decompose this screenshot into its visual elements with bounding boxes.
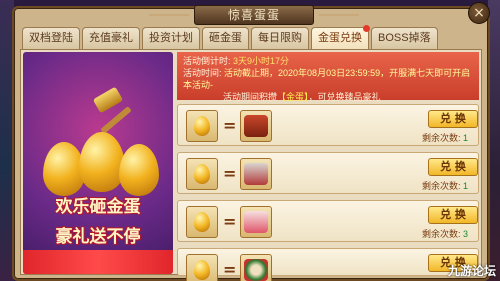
tab-content: 欢乐砸金蛋 豪礼送不停 活动倒计时: 3天9小时17分 活动时间: 活动截止期，… — [20, 49, 482, 281]
golden-egg-icon — [119, 144, 159, 196]
event-info-panel: 活动倒计时: 3天9小时17分 活动时间: 活动截止期，2020年08月03日2… — [177, 52, 479, 102]
equals-icon: = — [223, 116, 237, 135]
tab-boss-drop[interactable]: BOSS掉落 — [371, 27, 438, 49]
reward-item-slot[interactable] — [240, 110, 272, 142]
tab-smash-egg[interactable]: 砸金蛋 — [202, 27, 249, 49]
countdown-label: 活动倒计时: — [183, 56, 231, 66]
equals-icon: = — [223, 164, 237, 183]
tab-bar: 双档登陆 充值豪礼 投资计划 砸金蛋 每日限购 金蛋兑换 BOSS掉落 — [22, 25, 438, 49]
hero-portrait-icon — [244, 163, 268, 185]
remaining-label: 剩余次数: — [422, 181, 461, 191]
desc-pre: 活动期间积攒 — [223, 92, 278, 102]
tab-investment-plan[interactable]: 投资计划 — [142, 27, 200, 49]
watermark: 九游论坛 — [447, 264, 496, 278]
banner-line-2: 豪礼送不停 — [55, 227, 141, 247]
equals-icon: = — [223, 212, 237, 231]
remaining-count: 剩余次数: 1 — [422, 179, 468, 192]
cost-item-slot[interactable] — [186, 158, 218, 190]
countdown-value: 3天9小时17分 — [233, 56, 290, 66]
remaining-label: 剩余次数: — [422, 133, 461, 143]
desc-post: ，可兑换臻品豪礼 — [308, 92, 381, 102]
cost-item-slot[interactable] — [186, 110, 218, 142]
list-item: = 兑 换 剩余次数: 3 — [177, 200, 479, 242]
tab-recharge-gift[interactable]: 充值豪礼 — [82, 27, 140, 49]
exchange-button[interactable]: 兑 换 — [428, 158, 478, 176]
exchange-button[interactable]: 兑 换 — [428, 110, 478, 128]
exchange-button[interactable]: 兑 换 — [428, 206, 478, 224]
list-item: = 兑 换 — [177, 248, 479, 281]
reward-item-slot[interactable] — [240, 254, 272, 281]
list-item: = 兑 换 剩余次数: 1 — [177, 104, 479, 146]
remaining-count: 剩余次数: 1 — [422, 131, 468, 144]
golden-egg-icon — [194, 164, 210, 184]
cost-item-slot[interactable] — [186, 254, 218, 281]
hammer-icon — [92, 86, 124, 114]
period-text: 活动截止期，2020年08月03日23:59:59，开服满七天即可开启本活动- — [183, 68, 471, 90]
banner-ribbon — [23, 250, 173, 274]
wreath-icon — [244, 259, 268, 281]
reward-item-slot[interactable] — [240, 206, 272, 238]
remaining-count: 剩余次数: 3 — [422, 227, 468, 240]
remaining-value: 1 — [463, 133, 469, 143]
tab-egg-exchange-label: 金蛋兑换 — [318, 32, 362, 44]
remaining-value: 1 — [463, 181, 469, 191]
equals-icon: = — [223, 260, 237, 279]
gift-box-icon — [244, 211, 268, 233]
period-label: 活动时间: — [183, 68, 222, 78]
tab-dual-login[interactable]: 双档登陆 — [22, 27, 80, 49]
list-item: = 兑 换 剩余次数: 1 — [177, 152, 479, 194]
window-title: 惊喜蛋蛋 — [149, 5, 359, 25]
event-window: 惊喜蛋蛋 × 双档登陆 充值豪礼 投资计划 砸金蛋 每日限购 金蛋兑换 BOSS… — [12, 2, 490, 281]
reward-item-slot[interactable] — [240, 158, 272, 190]
treasure-chest-icon — [244, 115, 268, 137]
banner-line-1: 欢乐砸金蛋 — [55, 197, 141, 217]
exchange-list: = 兑 换 剩余次数: 1 = 兑 换 剩余次数: 1 = 兑 换 剩余次数: … — [177, 104, 479, 281]
remaining-label: 剩余次数: — [422, 229, 461, 239]
promo-banner: 欢乐砸金蛋 豪礼送不停 — [23, 52, 173, 274]
close-icon[interactable]: × — [468, 2, 490, 24]
tab-egg-exchange[interactable]: 金蛋兑换 — [311, 25, 370, 49]
tab-daily-limit[interactable]: 每日限购 — [251, 27, 309, 49]
golden-egg-icon — [194, 260, 210, 280]
golden-egg-icon — [194, 116, 210, 136]
golden-egg-icon — [79, 132, 125, 192]
remaining-value: 3 — [463, 229, 469, 239]
notification-badge — [363, 25, 370, 32]
golden-egg-icon — [194, 212, 210, 232]
cost-item-slot[interactable] — [186, 206, 218, 238]
desc-tag: 【金蛋】 — [277, 92, 309, 102]
